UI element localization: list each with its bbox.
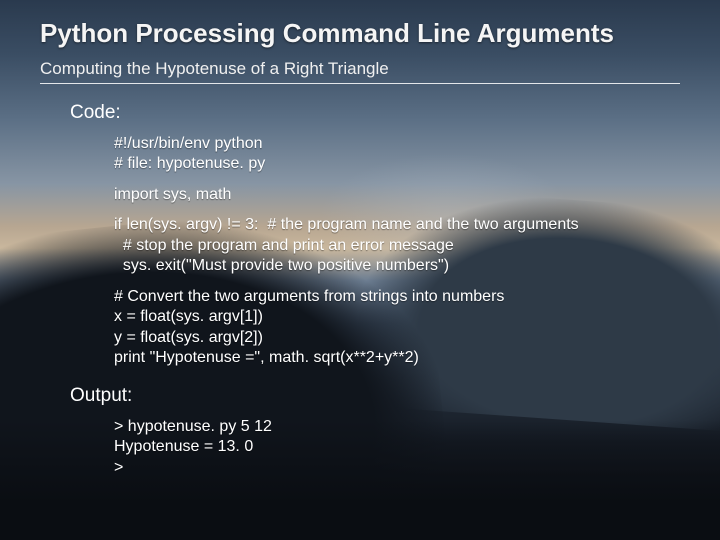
code-line: import sys, math	[114, 186, 231, 203]
slide-subtitle: Computing the Hypotenuse of a Right Tria…	[40, 59, 692, 79]
output-block: > hypotenuse. py 5 12 Hypotenuse = 13. 0…	[114, 417, 692, 478]
code-line: print "Hypotenuse =", math. sqrt(x**2+y*…	[114, 349, 419, 366]
code-line: if len(sys. argv) != 3: # the program na…	[114, 216, 579, 233]
output-line: Hypotenuse = 13. 0	[114, 438, 253, 455]
code-block: import sys, math	[114, 185, 692, 205]
output-line: > hypotenuse. py 5 12	[114, 418, 272, 435]
code-line: sys. exit("Must provide two positive num…	[114, 257, 449, 274]
code-line: y = float(sys. argv[2])	[114, 329, 263, 346]
code-line: # Convert the two arguments from strings…	[114, 288, 504, 305]
code-block: #!/usr/bin/env python # file: hypotenuse…	[114, 134, 692, 175]
code-block: if len(sys. argv) != 3: # the program na…	[114, 215, 692, 276]
output-line: >	[114, 459, 123, 476]
slide-content: Python Processing Command Line Arguments…	[0, 0, 720, 478]
divider	[40, 83, 680, 84]
code-line: #!/usr/bin/env python	[114, 135, 263, 152]
code-line: # file: hypotenuse. py	[114, 155, 265, 172]
code-line: x = float(sys. argv[1])	[114, 308, 263, 325]
slide: Python Processing Command Line Arguments…	[0, 0, 720, 540]
code-line: # stop the program and print an error me…	[114, 237, 454, 254]
code-label: Code:	[70, 102, 692, 124]
code-block: # Convert the two arguments from strings…	[114, 287, 692, 369]
slide-title: Python Processing Command Line Arguments	[40, 18, 692, 49]
output-label: Output:	[70, 385, 692, 407]
